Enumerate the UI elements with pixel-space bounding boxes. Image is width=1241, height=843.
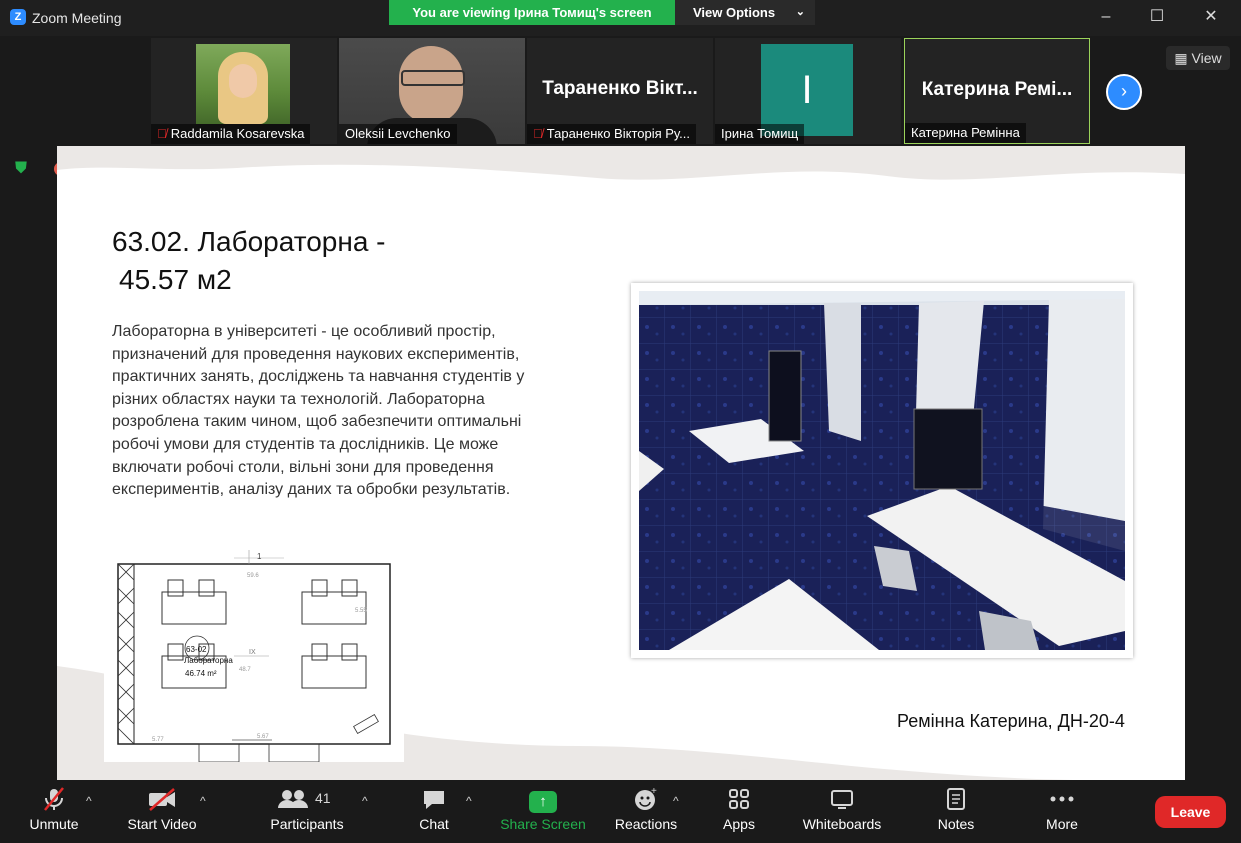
participant-name: Oleksii Levchenko	[339, 124, 457, 144]
more-label: More	[1046, 816, 1078, 832]
participant-tile[interactable]: I Ірина Томищ	[715, 38, 901, 144]
participants-icon: 41	[266, 786, 348, 816]
participant-name: Ірина Томищ	[715, 124, 805, 144]
participant-name: 🎙̸ Тараненко Вікторія Ру...	[527, 124, 696, 144]
lab-render-graphic	[639, 291, 1125, 650]
audio-options-caret[interactable]: ^	[86, 794, 92, 808]
reactions-icon: +	[612, 786, 680, 816]
participant-name: Катерина Ремінна	[905, 123, 1026, 143]
whiteboard-icon	[798, 786, 886, 816]
participants-count: 41	[315, 790, 331, 806]
grid-icon: ▦	[1174, 50, 1188, 66]
author-caption: Ремінна Катерина, ДН-20-4	[897, 711, 1125, 731]
room-code: 63-02	[186, 645, 207, 654]
next-page-button[interactable]: ›	[1106, 74, 1142, 110]
viewing-banner: You are viewing Ірина Томищ's screen	[389, 0, 675, 25]
participant-tile[interactable]: Oleksii Levchenko	[339, 38, 525, 144]
more-icon	[1040, 786, 1084, 816]
unmute-label: Unmute	[29, 816, 79, 832]
notes-icon	[934, 786, 978, 816]
mic-off-icon: 🎙̸	[533, 126, 543, 141]
slide-body-text: Лабораторна в університеті - це особливи…	[112, 323, 525, 499]
share-screen-button[interactable]: ↑ Share Screen	[498, 786, 588, 842]
zoom-logo-icon: Z	[10, 9, 26, 25]
view-label: View	[1191, 50, 1222, 66]
slide-subtitle: 45.57 м2	[119, 264, 232, 295]
chat-button[interactable]: Chat	[414, 786, 454, 842]
chat-icon	[414, 786, 454, 816]
view-options-label: View Options	[693, 5, 776, 20]
chat-label: Chat	[419, 816, 449, 832]
participant-tile[interactable]: Тараненко Вікт... 🎙̸ Тараненко Вікторія Р…	[527, 38, 713, 144]
shield-icon[interactable]: ⛊	[15, 160, 33, 178]
slide-title: 63.02. Лабораторна -	[112, 226, 386, 257]
close-button[interactable]: ✕	[1197, 4, 1225, 30]
participant-tile-active-speaker[interactable]: Катерина Ремі... Катерина Ремінна	[904, 38, 1090, 144]
dimension-label: 5.55	[355, 608, 367, 614]
apps-icon	[718, 786, 760, 816]
whiteboards-button[interactable]: Whiteboards	[798, 786, 886, 842]
reactions-options-caret[interactable]: ^	[673, 794, 679, 808]
view-button[interactable]: ▦ View	[1166, 46, 1230, 70]
notes-button[interactable]: Notes	[934, 786, 978, 842]
chevron-down-icon: ⌄	[795, 6, 805, 18]
unmute-button[interactable]: Unmute	[24, 786, 84, 842]
room-name: Лабораторна	[184, 656, 233, 665]
participant-tile[interactable]: 🎙̸ Raddamila Kosarevska	[151, 38, 337, 144]
floor-plan-graphic: 1 59.6 5.55 IX 48.7 63-02 Лабораторна 46…	[117, 550, 391, 763]
participants-button[interactable]: 41 Participants	[266, 786, 348, 842]
share-screen-icon: ↑	[498, 786, 588, 816]
chat-options-caret[interactable]: ^	[466, 794, 472, 808]
notes-label: Notes	[937, 816, 975, 832]
video-options-caret[interactable]: ^	[200, 794, 206, 808]
svg-text:+: +	[651, 786, 657, 797]
dimension-label: 48.7	[239, 667, 251, 673]
avatar: I	[761, 44, 853, 136]
dimension-label: 5.77	[152, 737, 164, 743]
floor-mark: IX	[249, 649, 256, 656]
start-video-button[interactable]: Start Video	[123, 786, 201, 842]
floor-plan: 1 59.6 5.55 IX 48.7 63-02 Лабораторна 46…	[104, 550, 404, 763]
participant-video	[196, 44, 290, 124]
participants-label: Participants	[270, 816, 344, 832]
window-title: Zoom Meeting	[32, 10, 122, 26]
share-screen-label: Share Screen	[500, 816, 586, 832]
leave-button[interactable]: Leave	[1155, 796, 1226, 828]
whiteboards-label: Whiteboards	[802, 816, 882, 832]
reactions-label: Reactions	[614, 816, 678, 832]
view-options-button[interactable]: View Options ⌄	[675, 0, 815, 25]
shared-screen: 63.02. Лабораторна - 45.57 м2 Лабораторн…	[57, 146, 1185, 780]
apps-button[interactable]: Apps	[718, 786, 760, 842]
lab-render-image	[631, 283, 1133, 658]
apps-label: Apps	[723, 816, 755, 832]
dimension-label: 59.6	[247, 573, 259, 579]
participant-display-name: Тараненко Вікт...	[542, 78, 698, 99]
start-video-label: Start Video	[127, 816, 197, 832]
more-button[interactable]: More	[1040, 786, 1084, 842]
room-area: 46.74 m²	[185, 669, 217, 678]
reactions-button[interactable]: + Reactions	[612, 786, 680, 842]
mic-off-icon: 🎙̸	[157, 126, 167, 141]
mic-off-icon	[24, 786, 84, 816]
dimension-label: 5.67	[257, 734, 269, 740]
video-off-icon	[123, 786, 201, 816]
participants-options-caret[interactable]: ^	[362, 794, 368, 808]
maximize-button[interactable]: ☐	[1143, 4, 1171, 30]
minimize-button[interactable]: –	[1092, 4, 1120, 30]
participant-display-name: Катерина Ремі...	[921, 79, 1073, 100]
grid-number: 1	[257, 552, 262, 561]
participant-name: 🎙̸ Raddamila Kosarevska	[151, 124, 311, 144]
